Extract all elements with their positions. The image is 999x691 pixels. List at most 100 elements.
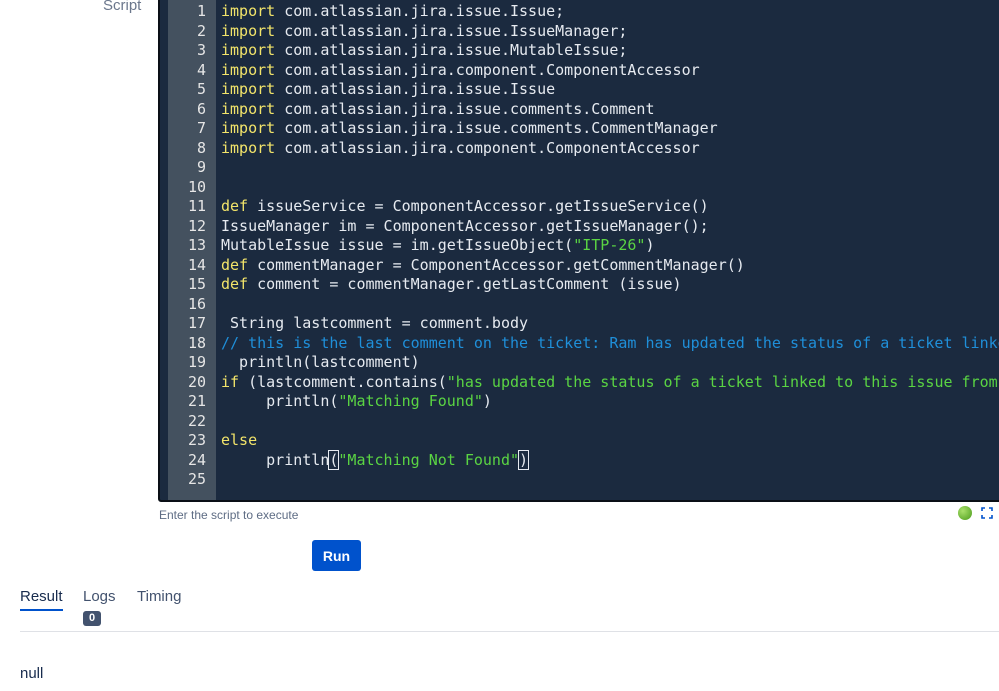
code-text: println("Matching Found") <box>221 392 492 412</box>
code-token: import <box>221 99 276 118</box>
code-text: // this is the last comment on the ticke… <box>221 334 999 354</box>
code-token: import <box>221 119 276 137</box>
code-line[interactable]: 1 import com.atlassian.jira.issue.Issue; <box>160 2 999 22</box>
code-text: import com.atlassian.jira.issue.Issue; <box>221 2 564 22</box>
code-line[interactable]: 9 <box>160 158 999 178</box>
code-token: ) <box>518 449 530 470</box>
line-number: 24 <box>187 450 206 469</box>
code-token: def <box>221 197 249 215</box>
code-token: "ITP-26" <box>573 236 646 254</box>
code-token: comment = commentManager.getLastComment … <box>248 275 682 293</box>
tab-result[interactable]: Result <box>20 588 63 605</box>
result-output: null <box>20 665 44 682</box>
code-line[interactable]: 17 String lastcomment = comment.body <box>160 314 999 334</box>
code-token: def <box>221 275 249 293</box>
code-line[interactable]: 14 def commentManager = ComponentAccessor… <box>160 256 999 276</box>
code-text: def comment = commentManager.getLastComm… <box>221 275 682 295</box>
code-text: println(lastcomment) <box>221 353 420 373</box>
code-text: import com.atlassian.jira.issue.IssueMan… <box>221 22 627 42</box>
code-editor[interactable]: 1 import com.atlassian.jira.issue.Issue; 2… <box>158 0 999 502</box>
code-text: import com.atlassian.jira.issue.comments… <box>221 100 654 120</box>
line-number: 11 <box>187 197 206 215</box>
code-token: "Matching Not Found" <box>338 450 520 469</box>
code-token: com.atlassian.jira.issue.comments.Commen… <box>275 119 718 137</box>
code-text: String lastcomment = comment.body <box>221 314 528 334</box>
code-token: println <box>221 450 330 469</box>
code-text: if (lastcomment.contains("has updated th… <box>221 373 999 393</box>
code-line[interactable]: 25 <box>160 470 999 490</box>
code-line[interactable]: 11 def issueService = ComponentAccessor.g… <box>160 197 999 217</box>
code-text: def issueService = ComponentAccessor.get… <box>221 197 709 217</box>
code-text: else <box>221 431 257 451</box>
line-number: 2 <box>196 21 206 40</box>
code-token: com.atlassian.jira.issue.MutableIssue; <box>275 41 628 59</box>
code-line[interactable]: 18 // this is the last comment on the tic… <box>160 334 999 354</box>
line-number: 17 <box>187 314 206 332</box>
code-token: import <box>221 41 276 59</box>
logs-count-badge: 0 <box>83 611 101 626</box>
tab-divider <box>20 631 999 632</box>
code-line[interactable]: 19 println(lastcomment) <box>160 353 999 373</box>
line-number: 20 <box>187 372 206 391</box>
code-line[interactable]: 10 <box>160 178 999 198</box>
code-token: IssueManager im = ComponentAccessor.getI… <box>221 216 709 235</box>
code-token: ) <box>645 236 655 254</box>
line-number: 10 <box>187 177 206 196</box>
code-token: com.atlassian.jira.issue.Issue; <box>275 2 565 20</box>
line-number: 4 <box>196 60 206 79</box>
code-token: import <box>221 138 276 157</box>
status-dot-icon <box>958 506 972 520</box>
code-line[interactable]: 16 <box>160 295 999 315</box>
code-token: println( <box>221 392 339 410</box>
code-token: String lastcomment = comment.body <box>221 314 529 332</box>
line-number: 14 <box>187 255 206 274</box>
code-text: def commentManager = ComponentAccessor.g… <box>221 256 745 276</box>
code-line[interactable]: 12 IssueManager im = ComponentAccessor.ge… <box>160 217 999 237</box>
line-number: 19 <box>187 353 206 371</box>
code-token: com.atlassian.jira.component.ComponentAc… <box>275 60 700 79</box>
tab-timing[interactable]: Timing <box>137 588 181 605</box>
line-number: 21 <box>187 392 206 410</box>
code-token: com.atlassian.jira.issue.comments.Commen… <box>275 99 655 118</box>
code-token: com.atlassian.jira.component.ComponentAc… <box>275 138 700 157</box>
code-token: def <box>221 255 249 274</box>
line-number: 22 <box>187 411 206 430</box>
helper-text: Enter the script to execute <box>159 508 299 522</box>
code-text: IssueManager im = ComponentAccessor.getI… <box>221 217 709 237</box>
code-line[interactable]: 20 if (lastcomment.contains("has updated … <box>160 373 999 393</box>
code-line[interactable]: 15 def comment = commentManager.getLastCo… <box>160 275 999 295</box>
code-text: import com.atlassian.jira.issue.Issue <box>221 80 555 100</box>
code-token: import <box>221 2 276 20</box>
line-number: 12 <box>187 216 206 235</box>
code-line[interactable]: 3 import com.atlassian.jira.issue.Mutable… <box>160 41 999 61</box>
code-token: MutableIssue issue = im.getIssueObject( <box>221 236 574 254</box>
code-line[interactable]: 21 println("Matching Found") <box>160 392 999 412</box>
code-line[interactable]: 5 import com.atlassian.jira.issue.Issue <box>160 80 999 100</box>
code-line[interactable]: 8 import com.atlassian.jira.component.Com… <box>160 139 999 159</box>
code-text: println("Matching Not Found") <box>221 449 530 471</box>
code-token: "has updated the status of a ticket link… <box>446 372 999 391</box>
code-line[interactable]: 13 MutableIssue issue = im.getIssueObject… <box>160 236 999 256</box>
code-text: import com.atlassian.jira.issue.comments… <box>221 119 718 139</box>
run-button[interactable]: Run <box>312 540 361 571</box>
line-number: 7 <box>196 119 206 137</box>
code-text: MutableIssue issue = im.getIssueObject("… <box>221 236 654 256</box>
line-number: 16 <box>187 294 206 313</box>
code-token: import <box>221 21 276 40</box>
code-line[interactable]: 24 println("Matching Not Found") <box>160 449 999 471</box>
line-number: 9 <box>196 158 206 176</box>
line-number: 25 <box>187 470 206 488</box>
code-text: import com.atlassian.jira.component.Comp… <box>221 139 700 159</box>
line-number: 23 <box>187 431 206 449</box>
code-line[interactable]: 2 import com.atlassian.jira.issue.IssueMa… <box>160 22 999 42</box>
active-tab-indicator <box>20 609 63 611</box>
code-line[interactable]: 22 <box>160 412 999 432</box>
code-token: issueService = ComponentAccessor.getIssu… <box>248 197 709 215</box>
code-line[interactable]: 7 import com.atlassian.jira.issue.comment… <box>160 119 999 139</box>
code-token: com.atlassian.jira.issue.IssueManager; <box>275 21 628 40</box>
code-line[interactable]: 23 else <box>160 431 999 451</box>
expand-icon[interactable] <box>981 507 993 519</box>
code-line[interactable]: 4 import com.atlassian.jira.component.Com… <box>160 61 999 81</box>
code-line[interactable]: 6 import com.atlassian.jira.issue.comment… <box>160 100 999 120</box>
tab-logs[interactable]: Logs <box>83 588 116 605</box>
